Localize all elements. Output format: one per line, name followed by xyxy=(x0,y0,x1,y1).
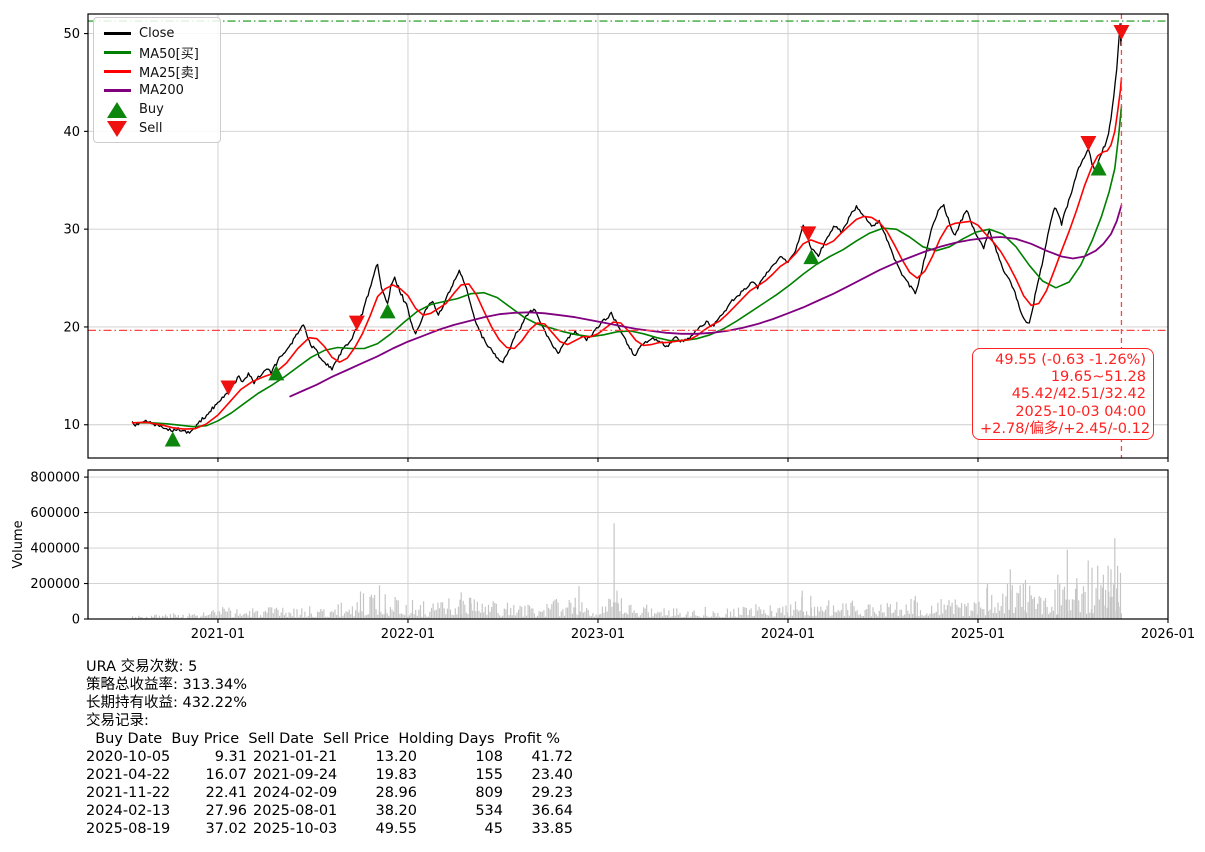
sell-marker xyxy=(349,316,365,331)
trade-cell-sell-date: 2024-02-09 xyxy=(247,784,351,802)
x-tick-label: 2023-01 xyxy=(571,627,625,642)
trade-cell-buy-date: 2024-02-13 xyxy=(86,802,185,820)
strategy-return-line: 策略总收益率: 313.34% xyxy=(86,676,573,694)
x-tick-label: 2026-01 xyxy=(1141,627,1195,642)
sell-marker xyxy=(1113,25,1129,40)
annotation-ma-line: 45.42/42.51/32.42 xyxy=(980,386,1146,403)
trade-cell-buy-price: 16.07 xyxy=(185,766,247,784)
legend-line-sample xyxy=(102,51,132,54)
trade-cell-sell-price: 13.20 xyxy=(351,748,417,766)
trade-cell-holding-days: 155 xyxy=(417,766,503,784)
price-tick-label: 10 xyxy=(63,418,80,433)
price-tick-label: 50 xyxy=(63,27,80,42)
x-tick-label: 2021-01 xyxy=(191,627,245,642)
trade-cell-sell-date: 2021-09-24 xyxy=(247,766,351,784)
gridlines xyxy=(88,14,1168,619)
legend-item-sell: Sell xyxy=(102,119,212,138)
trade-row: 2021-04-2216.072021-09-2419.8315523.40 xyxy=(86,766,573,784)
legend-label: Buy xyxy=(139,102,164,117)
figure: 2021-01 2022-01 2023-01 2024-01 2025-01 2026-… xyxy=(0,0,1205,852)
x-tick-label: 2025-01 xyxy=(951,627,1005,642)
trade-cell-holding-days: 45 xyxy=(417,820,503,838)
trade-row: 2024-02-1327.962025-08-0138.2053436.64 xyxy=(86,802,573,820)
annotation-range-line: 19.65~51.28 xyxy=(980,369,1146,386)
trade-cell-buy-price: 37.02 xyxy=(185,820,247,838)
legend-label: Sell xyxy=(139,121,162,136)
trade-count-line: URA 交易次数: 5 xyxy=(86,658,573,676)
trade-cell-profit-: 23.40 xyxy=(503,766,573,784)
legend-label: Close xyxy=(139,26,174,41)
trade-cell-buy-date: 2020-10-05 xyxy=(86,748,185,766)
annotation-price-line: 49.55 (-0.63 -1.26%) xyxy=(980,352,1146,369)
legend-label: MA50[买] xyxy=(139,43,199,62)
volume-tick-label: 200000 xyxy=(30,577,80,592)
trade-cell-buy-date: 2025-08-19 xyxy=(86,820,185,838)
legend-item-buy: Buy xyxy=(102,100,212,119)
legend-item-ma25-: MA25[卖] xyxy=(102,62,212,81)
sell-triangle-icon xyxy=(102,121,132,137)
trade-cell-sell-price: 49.55 xyxy=(351,820,417,838)
trades-table: 2020-10-059.312021-01-2113.2010841.72202… xyxy=(86,748,573,838)
buy-hold-return-line: 长期持有收益: 432.22% xyxy=(86,694,573,712)
trade-cell-profit-: 29.23 xyxy=(503,784,573,802)
trade-cell-profit-: 33.85 xyxy=(503,820,573,838)
trade-cell-sell-date: 2025-08-01 xyxy=(247,802,351,820)
buy-marker xyxy=(1091,161,1107,176)
legend-label: MA200 xyxy=(139,83,184,98)
trade-cell-holding-days: 108 xyxy=(417,748,503,766)
trade-row: 2021-11-2222.412024-02-0928.9680929.23 xyxy=(86,784,573,802)
volume-tick-label: 0 xyxy=(72,613,80,628)
annotation-signal-line: +2.78/偏多/+2.45/-0.12 xyxy=(980,421,1146,438)
buy-markers xyxy=(165,161,1107,447)
price-tick-label: 30 xyxy=(63,223,80,238)
trade-row: 2025-08-1937.022025-10-0349.554533.85 xyxy=(86,820,573,838)
price-tick-label: 40 xyxy=(63,125,80,140)
sell-marker xyxy=(1080,136,1096,151)
volume-tick-label: 600000 xyxy=(30,506,80,521)
trade-cell-holding-days: 809 xyxy=(417,784,503,802)
sell-marker xyxy=(800,226,816,241)
trade-cell-sell-date: 2021-01-21 xyxy=(247,748,351,766)
annotation-box: 49.55 (-0.63 -1.26%) 19.65~51.28 45.42/4… xyxy=(972,348,1154,440)
trade-cell-buy-date: 2021-11-22 xyxy=(86,784,185,802)
trade-cell-sell-price: 28.96 xyxy=(351,784,417,802)
price-tick-label: 20 xyxy=(63,320,80,335)
legend-item-ma200: MA200 xyxy=(102,81,212,100)
trades-table-header: Buy Date Buy Price Sell Date Sell Price … xyxy=(86,730,573,748)
x-tick-label: 2024-01 xyxy=(761,627,815,642)
trade-cell-sell-price: 38.20 xyxy=(351,802,417,820)
trade-cell-buy-price: 27.96 xyxy=(185,802,247,820)
legend-item-close: Close xyxy=(102,24,212,43)
sell-marker xyxy=(220,380,236,395)
legend-line-sample xyxy=(102,32,132,35)
buy-marker xyxy=(803,249,819,264)
legend-line-sample xyxy=(102,70,132,73)
buy-marker xyxy=(380,303,396,318)
trade-cell-buy-price: 22.41 xyxy=(185,784,247,802)
trade-cell-profit-: 36.64 xyxy=(503,802,573,820)
x-tick-label: 2022-01 xyxy=(381,627,435,642)
trade-cell-holding-days: 534 xyxy=(417,802,503,820)
trade-cell-buy-date: 2021-04-22 xyxy=(86,766,185,784)
volume-tick-label: 400000 xyxy=(30,542,80,557)
volume-ylabel: Volume xyxy=(11,520,26,568)
trade-cell-buy-price: 9.31 xyxy=(185,748,247,766)
legend: Close MA50[买]MA25[卖] MA200 Buy Sell xyxy=(93,17,221,143)
buy-marker xyxy=(165,431,181,446)
trade-cell-profit-: 41.72 xyxy=(503,748,573,766)
trade-cell-sell-date: 2025-10-03 xyxy=(247,820,351,838)
records-title: 交易记录: xyxy=(86,712,573,730)
trade-cell-sell-price: 19.83 xyxy=(351,766,417,784)
legend-label: MA25[卖] xyxy=(139,62,199,81)
buy-triangle-icon xyxy=(102,102,132,118)
stats-block: URA 交易次数: 5 策略总收益率: 313.34% 长期持有收益: 432.… xyxy=(86,658,573,838)
legend-item-ma50-: MA50[买] xyxy=(102,43,212,62)
legend-line-sample xyxy=(102,89,132,92)
trade-row: 2020-10-059.312021-01-2113.2010841.72 xyxy=(86,748,573,766)
annotation-date-line: 2025-10-03 04:00 xyxy=(980,404,1146,421)
volume-bars xyxy=(133,523,1122,619)
volume-tick-label: 800000 xyxy=(30,471,80,486)
